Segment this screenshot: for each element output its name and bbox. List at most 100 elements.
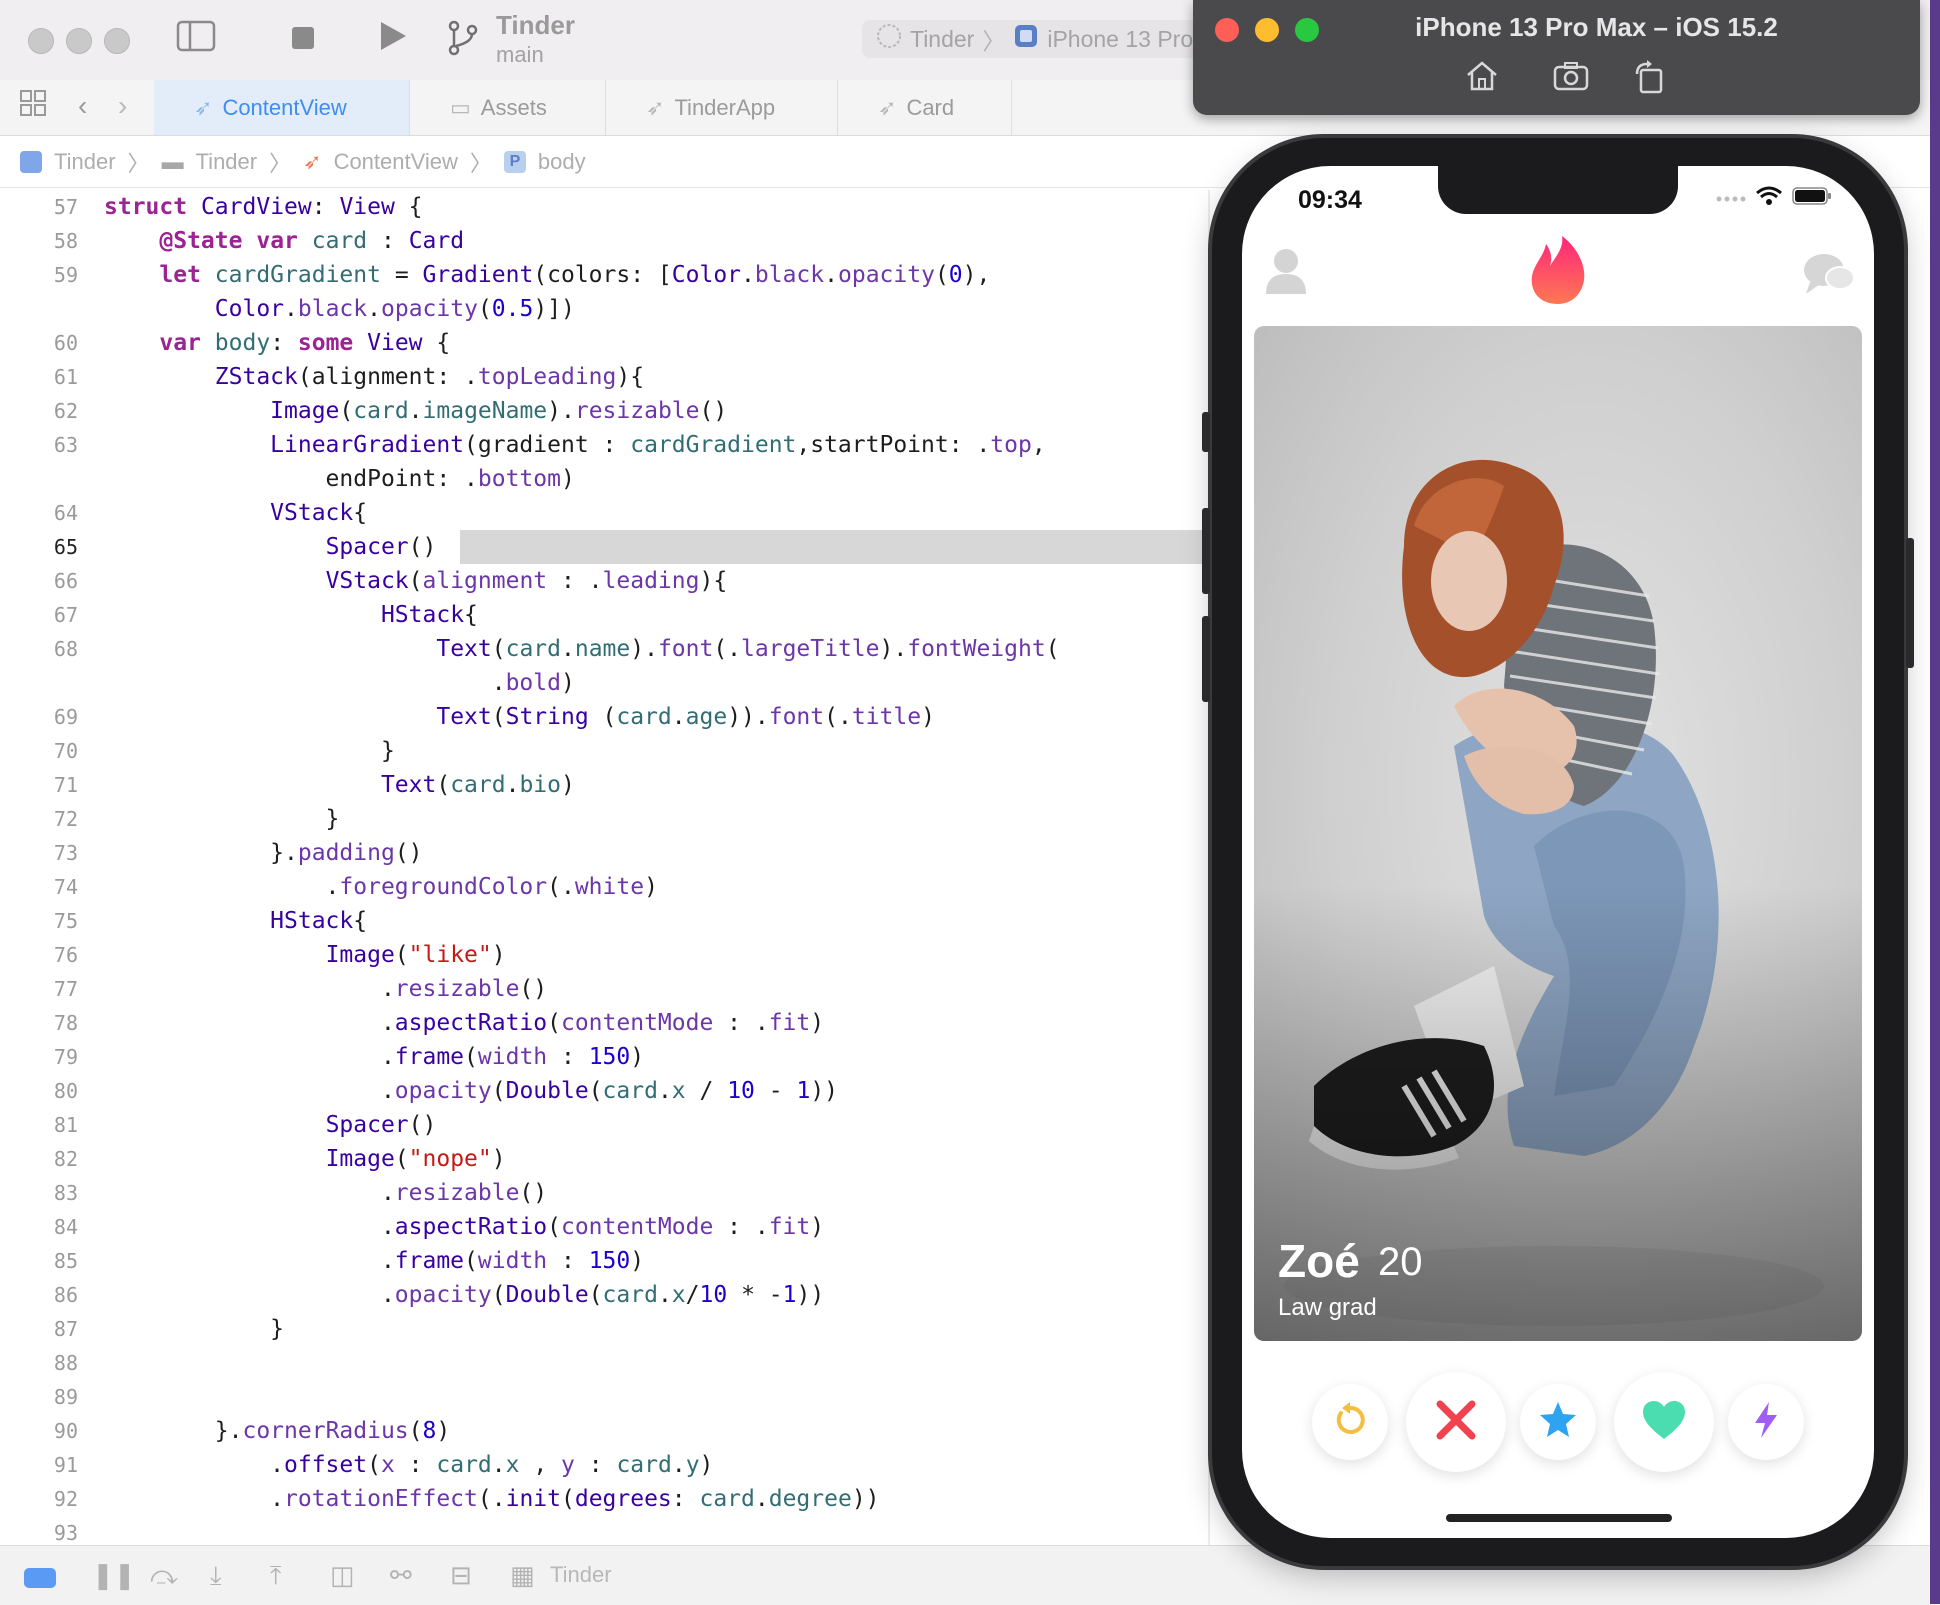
rotate-icon[interactable]	[1633, 60, 1665, 102]
minimize-window-button[interactable]	[66, 28, 92, 54]
code-line[interactable]: 85 .frame(width : 150)	[0, 1244, 1210, 1278]
code-line[interactable]: endPoint: .bottom)	[0, 462, 1210, 496]
code-text[interactable]: }.padding()	[104, 836, 422, 870]
step-out-icon[interactable]: ⤒	[270, 1560, 282, 1592]
like-button[interactable]	[1614, 1372, 1714, 1472]
line-number[interactable]: 63	[0, 428, 78, 462]
code-text[interactable]: Spacer()	[104, 530, 437, 564]
code-text[interactable]: .opacity(Double(card.x/10 * -1))	[104, 1278, 824, 1312]
line-number[interactable]: 78	[0, 1006, 78, 1040]
code-line[interactable]: 87 }	[0, 1312, 1210, 1346]
code-line[interactable]: 80 .opacity(Double(card.x / 10 - 1))	[0, 1074, 1210, 1108]
code-line[interactable]: 62 Image(card.imageName).resizable()	[0, 394, 1210, 428]
line-number[interactable]: 77	[0, 972, 78, 1006]
profile-icon[interactable]	[1264, 246, 1308, 301]
code-text[interactable]: }.cornerRadius(8)	[104, 1414, 450, 1448]
step-in-icon[interactable]: ⤓	[210, 1560, 222, 1592]
code-text[interactable]: var body: some View {	[104, 326, 450, 360]
line-number[interactable]: 80	[0, 1074, 78, 1108]
line-number[interactable]: 66	[0, 564, 78, 598]
code-line[interactable]: 63 LinearGradient(gradient : cardGradien…	[0, 428, 1210, 462]
zoom-window-button[interactable]	[104, 28, 130, 54]
screenshot-icon[interactable]	[1553, 60, 1589, 100]
line-number[interactable]: 71	[0, 768, 78, 802]
line-number[interactable]: 59	[0, 258, 78, 292]
nope-button[interactable]	[1406, 1372, 1506, 1472]
code-line[interactable]: 65 Spacer()	[0, 530, 1210, 564]
code-text[interactable]: .resizable()	[104, 1176, 547, 1210]
code-text[interactable]: Text(card.name).font(.largeTitle).fontWe…	[104, 632, 1059, 666]
tab-tinderapp[interactable]: ➶ TinderApp	[606, 80, 838, 135]
code-line[interactable]: 69 Text(String (card.age)).font(.title)	[0, 700, 1210, 734]
code-text[interactable]: @State var card : Card	[104, 224, 464, 258]
code-text[interactable]: .rotationEffect(.init(degrees: card.degr…	[104, 1482, 879, 1516]
line-number[interactable]: 70	[0, 734, 78, 768]
volume-up-button[interactable]	[1202, 508, 1210, 594]
line-number[interactable]: 72	[0, 802, 78, 836]
line-number[interactable]: 74	[0, 870, 78, 904]
line-number[interactable]: 88	[0, 1346, 78, 1380]
code-line[interactable]: 78 .aspectRatio(contentMode : .fit)	[0, 1006, 1210, 1040]
code-line[interactable]: 73 }.padding()	[0, 836, 1210, 870]
code-line[interactable]: 81 Spacer()	[0, 1108, 1210, 1142]
tab-assets[interactable]: ▭ Assets	[410, 80, 606, 135]
line-number[interactable]: 93	[0, 1516, 78, 1545]
line-number[interactable]: 68	[0, 632, 78, 666]
line-number[interactable]: 75	[0, 904, 78, 938]
code-line[interactable]: 59 let cardGradient = Gradient(colors: […	[0, 258, 1210, 292]
line-number[interactable]: 86	[0, 1278, 78, 1312]
volume-down-button[interactable]	[1202, 616, 1210, 702]
code-line[interactable]: 60 var body: some View {	[0, 326, 1210, 360]
code-text[interactable]: Image(card.imageName).resizable()	[104, 394, 727, 428]
code-line[interactable]: Color.black.opacity(0.5)])	[0, 292, 1210, 326]
code-line[interactable]: 61 ZStack(alignment: .topLeading){	[0, 360, 1210, 394]
line-number[interactable]: 69	[0, 700, 78, 734]
boost-button[interactable]	[1728, 1384, 1804, 1460]
line-number[interactable]: 91	[0, 1448, 78, 1482]
line-number[interactable]: 81	[0, 1108, 78, 1142]
code-line[interactable]: 88	[0, 1346, 1210, 1380]
code-text[interactable]: VStack{	[104, 496, 367, 530]
console-toggle-icon[interactable]	[24, 1564, 56, 1595]
tab-contentview[interactable]: ➶ ContentView	[154, 80, 410, 135]
code-text[interactable]: Image("like")	[104, 938, 506, 972]
line-number[interactable]: 84	[0, 1210, 78, 1244]
breadcrumb-project[interactable]: Tinder	[54, 149, 116, 175]
code-text[interactable]: }	[104, 802, 340, 836]
run-play-icon[interactable]	[378, 20, 408, 63]
line-number[interactable]: 90	[0, 1414, 78, 1448]
code-editor[interactable]: 57 struct CardView: View {58 @State var c…	[0, 190, 1210, 1545]
code-line[interactable]: 79 .frame(width : 150)	[0, 1040, 1210, 1074]
line-number[interactable]: 65	[0, 530, 78, 564]
code-line[interactable]: 75 HStack{	[0, 904, 1210, 938]
power-button[interactable]	[1906, 538, 1914, 668]
code-line[interactable]: 67 HStack{	[0, 598, 1210, 632]
tinder-flame-icon[interactable]	[1528, 234, 1588, 311]
code-text[interactable]: .offset(x : card.x , y : card.y)	[104, 1448, 713, 1482]
code-line[interactable]: 91 .offset(x : card.x , y : card.y)	[0, 1448, 1210, 1482]
back-icon[interactable]: ‹	[78, 86, 87, 126]
messages-icon[interactable]	[1802, 252, 1856, 301]
line-number[interactable]: 89	[0, 1380, 78, 1414]
code-text[interactable]: .frame(width : 150)	[104, 1040, 644, 1074]
code-text[interactable]: .aspectRatio(contentMode : .fit)	[104, 1006, 824, 1040]
code-text[interactable]: .opacity(Double(card.x / 10 - 1))	[104, 1074, 838, 1108]
code-line[interactable]: .bold)	[0, 666, 1210, 700]
code-text[interactable]: Text(card.bio)	[104, 768, 575, 802]
code-text[interactable]: endPoint: .bottom)	[104, 462, 575, 496]
profile-card[interactable]: Zoé 20 Law grad	[1254, 326, 1862, 1341]
line-number[interactable]: 76	[0, 938, 78, 972]
code-line[interactable]: 92 .rotationEffect(.init(degrees: card.d…	[0, 1482, 1210, 1516]
code-text[interactable]: VStack(alignment : .leading){	[104, 564, 728, 598]
scheme-selector[interactable]: Tinder 〉 iPhone 13 Pro	[862, 20, 1202, 58]
code-text[interactable]: LinearGradient(gradient : cardGradient,s…	[104, 428, 1046, 462]
code-text[interactable]: .aspectRatio(contentMode : .fit)	[104, 1210, 824, 1244]
line-number[interactable]: 85	[0, 1244, 78, 1278]
code-text[interactable]: .foregroundColor(.white)	[104, 870, 658, 904]
code-line[interactable]: 89	[0, 1380, 1210, 1414]
code-line[interactable]: 72 }	[0, 802, 1210, 836]
grid-icon[interactable]	[18, 88, 48, 129]
code-text[interactable]: Image("nope")	[104, 1142, 506, 1176]
stop-icon[interactable]	[290, 22, 316, 62]
tab-card[interactable]: ➶ Card	[838, 80, 1012, 135]
